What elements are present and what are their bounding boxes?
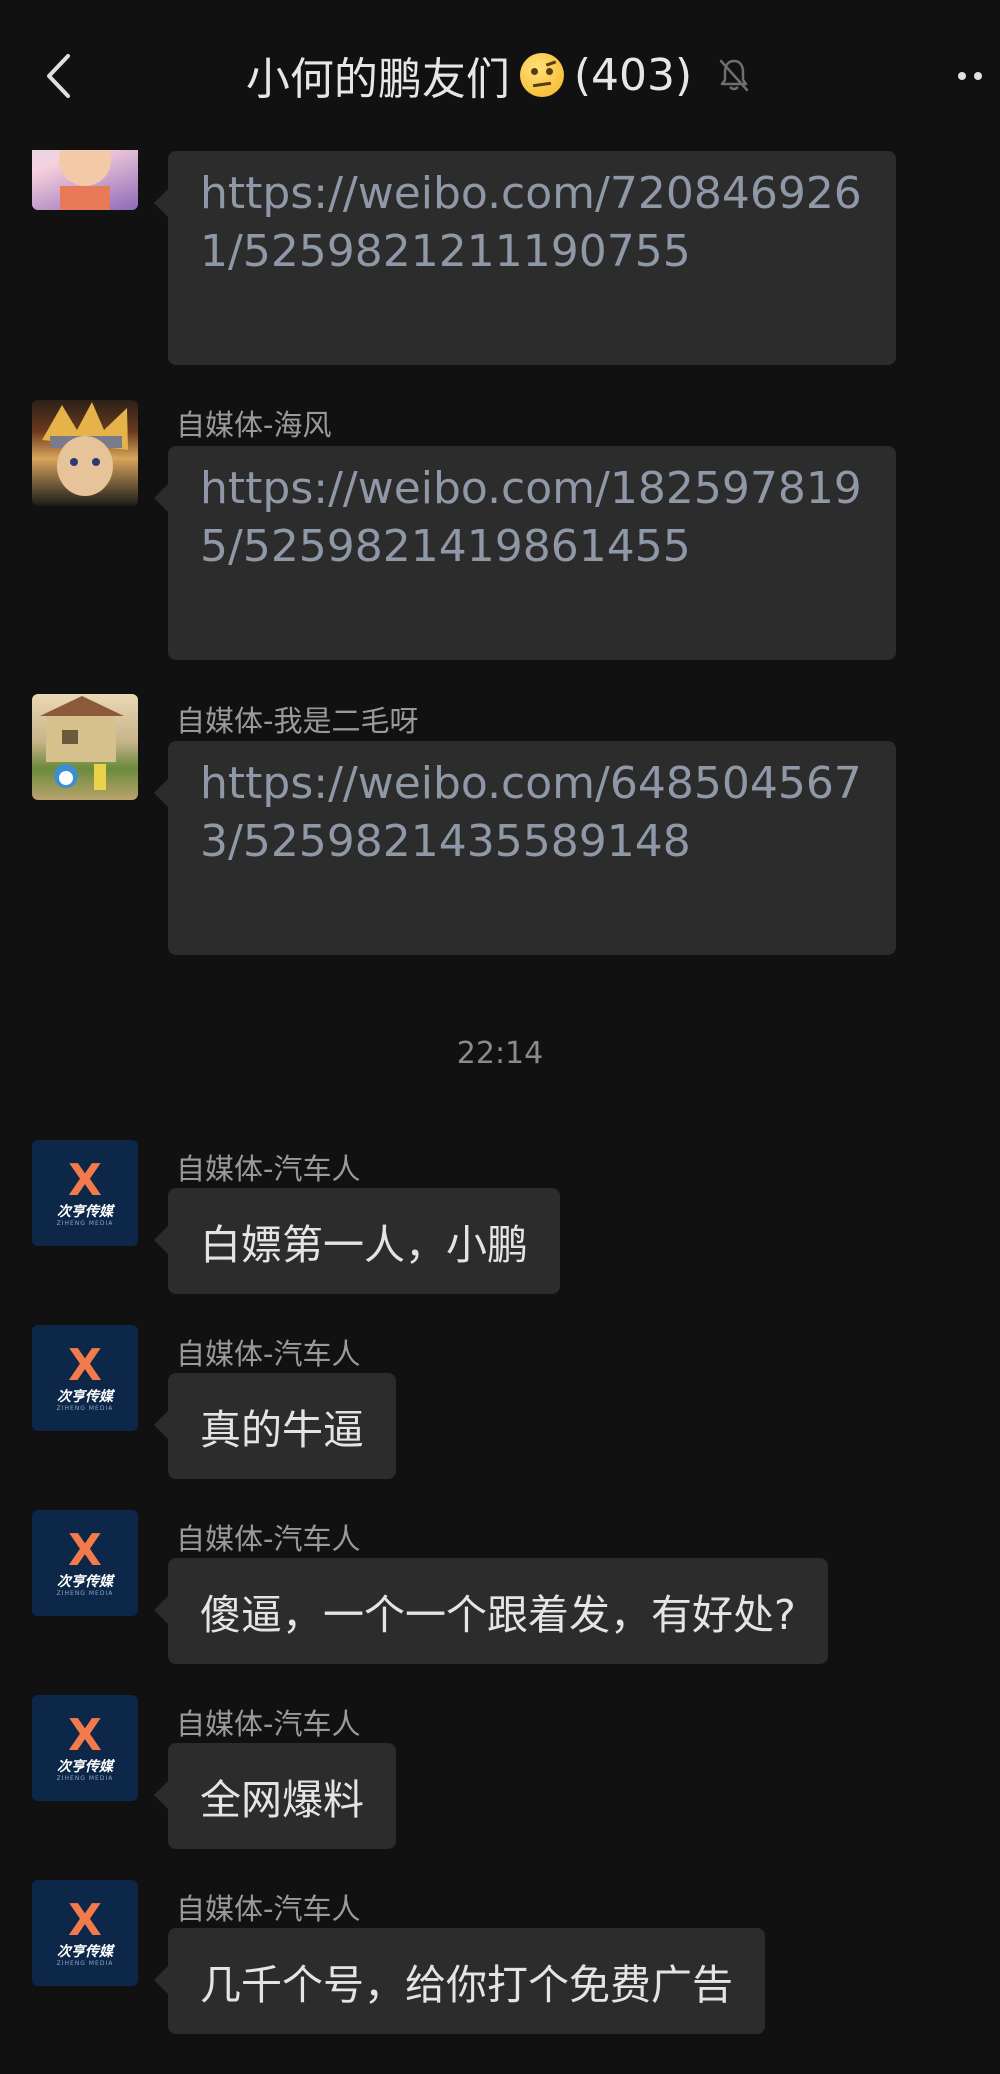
chat-title[interactable]: 小何的鹏友们 (403)	[0, 40, 1000, 110]
sender-name: 自媒体-我是二毛呀	[176, 704, 419, 738]
brand-logo-mark: X	[68, 1340, 102, 1391]
brand-logo-name: 次亨传媒	[57, 1944, 113, 1960]
time-separator: 22:14	[456, 1036, 544, 1071]
text-message-bubble[interactable]: 几千个号，给你打个免费广告	[154, 1928, 765, 2034]
brand-logo-mark: X	[68, 1525, 102, 1576]
brand-logo-mark: X	[68, 1155, 102, 1206]
avatar[interactable]: X 次亨传媒 ZIHENG MEDIA	[32, 1325, 138, 1431]
brand-logo-sub: ZIHENG MEDIA	[56, 1775, 114, 1782]
brand-logo-name: 次亨传媒	[57, 1204, 113, 1220]
text-message-bubble[interactable]: 白嫖第一人，小鹏	[154, 1188, 560, 1294]
link-message-bubble[interactable]: https://weibo.com/7208469261/52598212111…	[154, 151, 896, 365]
member-count: (403)	[573, 49, 693, 101]
text-message-bubble[interactable]: 真的牛逼	[154, 1373, 396, 1479]
brand-logo-sub: ZIHENG MEDIA	[56, 1220, 114, 1227]
sender-name: 自媒体-汽车人	[176, 1152, 361, 1186]
avatar[interactable]: X 次亨传媒 ZIHENG MEDIA	[32, 1140, 138, 1246]
link-message-bubble[interactable]: https://weibo.com/1825978195/52598214198…	[154, 446, 896, 660]
more-dots-icon	[958, 72, 966, 80]
avatar[interactable]	[32, 694, 138, 800]
sender-name: 自媒体-汽车人	[176, 1337, 361, 1371]
bell-off-icon	[718, 55, 754, 95]
brand-logo-sub: ZIHENG MEDIA	[56, 1590, 114, 1597]
brand-logo-name: 次亨传媒	[57, 1574, 113, 1590]
avatar[interactable]: X 次亨传媒 ZIHENG MEDIA	[32, 1510, 138, 1616]
sender-name: 自媒体-汽车人	[176, 1892, 361, 1926]
chat-header: 小何的鹏友们 (403)	[0, 0, 1000, 150]
sender-name: 自媒体-汽车人	[176, 1707, 361, 1741]
avatar[interactable]: X 次亨传媒 ZIHENG MEDIA	[32, 1880, 138, 1986]
sender-name: 自媒体-海风	[176, 408, 332, 442]
avatar[interactable]: X 次亨传媒 ZIHENG MEDIA	[32, 1695, 138, 1801]
brand-logo-mark: X	[68, 1895, 102, 1946]
brand-logo-mark: X	[68, 1710, 102, 1761]
link-message-bubble[interactable]: https://weibo.com/6485045673/52598214355…	[154, 741, 896, 955]
avatar[interactable]	[32, 400, 138, 506]
brand-logo-name: 次亨传媒	[57, 1389, 113, 1405]
text-message-bubble[interactable]: 全网爆料	[154, 1743, 396, 1849]
raised-eyebrow-emoji-icon	[519, 53, 564, 97]
group-name: 小何的鹏友们	[245, 54, 510, 105]
brand-logo-name: 次亨传媒	[57, 1759, 113, 1775]
brand-logo-sub: ZIHENG MEDIA	[56, 1960, 114, 1967]
brand-logo-sub: ZIHENG MEDIA	[56, 1405, 114, 1412]
more-options-button[interactable]	[948, 62, 992, 90]
sender-name: 自媒体-汽车人	[176, 1522, 361, 1556]
text-message-bubble[interactable]: 傻逼，一个一个跟着发，有好处?	[154, 1558, 828, 1664]
